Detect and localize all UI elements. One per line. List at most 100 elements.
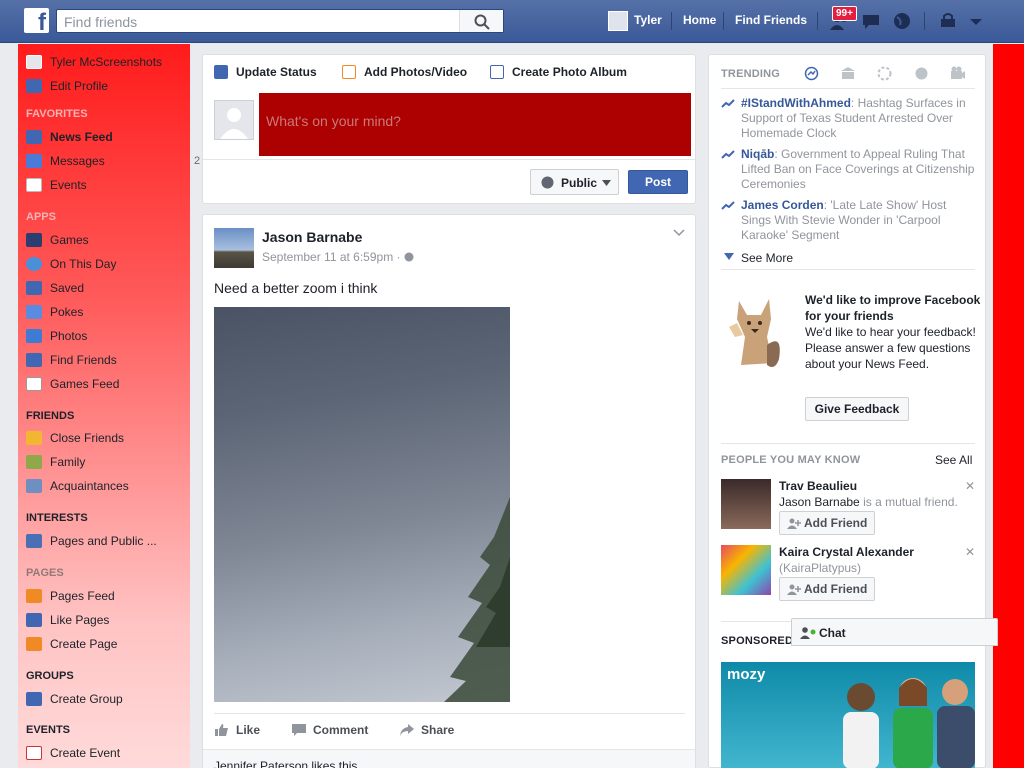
- comment-button[interactable]: Comment: [291, 723, 368, 737]
- post-author-avatar[interactable]: [214, 228, 254, 268]
- nav-pokes[interactable]: Pokes: [26, 302, 83, 322]
- trending-item[interactable]: #IStandWithAhmed: Hashtag Surfaces in Su…: [721, 96, 975, 141]
- audience-selector[interactable]: Public: [530, 169, 619, 195]
- account-menu-chevron-icon[interactable]: [965, 11, 987, 31]
- trending-politics-icon[interactable]: [840, 66, 856, 81]
- nav-games[interactable]: Games: [26, 230, 89, 250]
- dismiss-suggestion-close-icon[interactable]: ✕: [965, 545, 975, 559]
- share-label: Share: [421, 723, 455, 737]
- close-friends-star-icon: [26, 431, 42, 445]
- search-box[interactable]: Find friends: [56, 9, 504, 33]
- divider: [721, 269, 975, 270]
- nav-like-pages[interactable]: Like Pages: [26, 610, 109, 630]
- nav-create-group[interactable]: Create Group: [26, 689, 123, 709]
- acquaintances-icon: [26, 479, 42, 493]
- nav-games-feed[interactable]: Games Feed: [26, 374, 119, 394]
- tab-update-status[interactable]: Update Status: [214, 65, 317, 79]
- nav-create-page[interactable]: Create Page: [26, 634, 117, 654]
- messages-nav-icon: [26, 154, 42, 168]
- events-calendar-icon: [26, 178, 42, 192]
- status-input[interactable]: What's on your mind?: [259, 93, 691, 156]
- see-more-link[interactable]: See More: [741, 251, 793, 265]
- trending-item[interactable]: Niqāb: Government to Appeal Ruling That …: [721, 147, 975, 192]
- sponsored-ad-image[interactable]: mozy: [721, 662, 975, 768]
- facebook-logo[interactable]: f: [24, 8, 49, 33]
- nav-create-event[interactable]: Create Event: [26, 743, 120, 763]
- people-you-may-know-heading: PEOPLE YOU MAY KNOW: [721, 454, 861, 466]
- tab-add-photos[interactable]: Add Photos/Video: [342, 65, 467, 79]
- nav-edit-profile[interactable]: Edit Profile: [26, 76, 108, 96]
- nav-photos[interactable]: Photos: [26, 326, 87, 346]
- nav-on-this-day-label: On This Day: [50, 257, 117, 271]
- post-options-chevron-icon[interactable]: [673, 229, 685, 237]
- add-friend-button[interactable]: Add Friend: [779, 511, 875, 535]
- suggestion-name[interactable]: Trav Beaulieu: [779, 479, 857, 493]
- left-navigation: Tyler McScreenshots Edit Profile FAVORIT…: [18, 44, 200, 768]
- trending-entertainment-icon[interactable]: [950, 66, 966, 81]
- photos-icon: [26, 329, 42, 343]
- divider: [203, 159, 695, 160]
- profile-link[interactable]: Tyler: [634, 13, 662, 27]
- add-friend-button[interactable]: Add Friend: [779, 577, 875, 601]
- notifications-globe-icon[interactable]: [891, 11, 913, 31]
- suggestion-avatar[interactable]: [721, 545, 771, 595]
- camera-icon: [342, 65, 356, 79]
- chat-tab[interactable]: Chat: [791, 618, 998, 646]
- nav-pages-feed[interactable]: Pages Feed: [26, 586, 115, 606]
- fox-mascot-illustration: [729, 299, 780, 367]
- suggestion-name[interactable]: Kaira Crystal Alexander: [779, 545, 914, 559]
- messages-icon[interactable]: [860, 11, 882, 31]
- home-link[interactable]: Home: [683, 13, 716, 27]
- nav-create-event-label: Create Event: [50, 746, 121, 760]
- nav-acquaintances[interactable]: Acquaintances: [26, 476, 129, 496]
- nav-pages-public-label: Pages and Public ...: [50, 534, 157, 548]
- create-page-plus-icon: [26, 637, 42, 651]
- top-bar: f Find friends Tyler Home Find Friends 9…: [0, 0, 1024, 43]
- add-friend-icon: [787, 584, 801, 595]
- like-thumb-icon: [215, 724, 228, 736]
- give-feedback-button[interactable]: Give Feedback: [805, 397, 909, 421]
- nav-saved-label: Saved: [50, 281, 85, 295]
- groups-heading: GROUPS: [26, 670, 74, 682]
- nav-on-this-day[interactable]: On This Day: [26, 254, 116, 274]
- nav-pages-feed-label: Pages Feed: [50, 589, 115, 603]
- trending-top-icon[interactable]: [804, 66, 819, 81]
- mutual-friend-name[interactable]: Jason Barnabe: [779, 495, 860, 509]
- nav-find-friends[interactable]: Find Friends: [26, 350, 117, 370]
- nav-profile[interactable]: Tyler McScreenshots: [26, 52, 162, 72]
- like-button[interactable]: Like: [214, 723, 260, 737]
- divider: [214, 713, 685, 714]
- trending-arrow-icon: [721, 201, 735, 210]
- trending-science-icon[interactable]: [877, 66, 892, 81]
- dismiss-suggestion-close-icon[interactable]: ✕: [965, 479, 975, 493]
- ad-brand-logo: mozy: [727, 666, 766, 683]
- share-button[interactable]: Share: [399, 723, 454, 737]
- search-input[interactable]: Find friends: [64, 14, 137, 30]
- post-photo[interactable]: [214, 307, 510, 702]
- nav-close-friends[interactable]: Close Friends: [26, 428, 124, 448]
- post-author-name[interactable]: Jason Barnabe: [262, 229, 362, 245]
- nav-events[interactable]: Events: [26, 175, 87, 195]
- post-button[interactable]: Post: [628, 170, 688, 194]
- post-timestamp[interactable]: September 11 at 6:59pm ·: [262, 250, 414, 264]
- nav-messages[interactable]: Messages: [26, 151, 105, 171]
- suggestion-avatar[interactable]: [721, 479, 771, 529]
- likes-summary[interactable]: Jennifer Paterson likes this.: [214, 759, 361, 768]
- nav-family[interactable]: Family: [26, 452, 85, 472]
- nav-saved[interactable]: Saved: [26, 278, 84, 298]
- edit-profile-icon: [26, 79, 42, 93]
- search-button[interactable]: [459, 10, 503, 32]
- chevron-down-icon: [602, 180, 611, 186]
- privacy-shortcuts-icon[interactable]: [938, 11, 960, 31]
- globe-icon: [541, 176, 554, 189]
- see-all-link[interactable]: See All: [935, 453, 972, 467]
- games-feed-controller-icon: [26, 377, 42, 391]
- nav-games-label: Games: [50, 233, 89, 247]
- trending-item[interactable]: James Corden: 'Late Late Show' Host Sing…: [721, 198, 975, 243]
- find-friends-link[interactable]: Find Friends: [735, 13, 807, 27]
- tab-create-album[interactable]: Create Photo Album: [490, 65, 627, 79]
- nav-pages-public[interactable]: Pages and Public ...: [26, 531, 157, 551]
- trending-sports-icon[interactable]: [914, 66, 929, 81]
- user-avatar[interactable]: [608, 11, 628, 31]
- nav-news-feed[interactable]: News Feed: [26, 127, 113, 147]
